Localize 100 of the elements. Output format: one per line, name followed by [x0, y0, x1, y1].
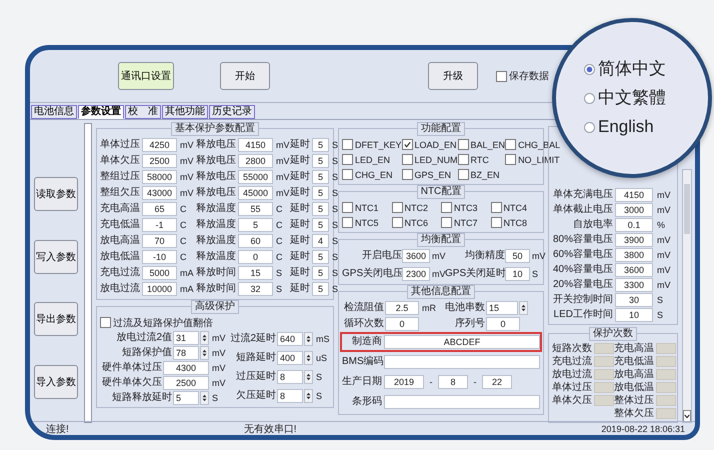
value-field[interactable]: 5	[312, 266, 329, 280]
value-field[interactable]: -1	[142, 218, 177, 232]
value-field[interactable]: 10	[505, 267, 530, 281]
start-button[interactable]: 开始	[220, 62, 270, 90]
value-field[interactable]: 0.1	[615, 218, 653, 232]
spin-button[interactable]	[200, 346, 209, 360]
scrollbar[interactable]	[682, 169, 692, 423]
spin-button[interactable]	[304, 332, 313, 346]
value-field[interactable]: 5	[238, 218, 273, 232]
value-field[interactable]: 65	[142, 202, 177, 216]
value-field[interactable]: 22	[482, 375, 512, 389]
value-field[interactable]: ABCDEF	[384, 335, 540, 349]
value-field[interactable]: 0	[385, 317, 419, 331]
tab[interactable]: 其他功能	[162, 105, 208, 119]
tab[interactable]: 电池信息	[31, 105, 77, 119]
side-button[interactable]: 读取参数	[34, 177, 78, 212]
checkbox[interactable]	[458, 139, 469, 150]
checkbox[interactable]	[490, 217, 502, 228]
scroll-down-button[interactable]	[683, 410, 691, 422]
value-field[interactable]: 5000	[142, 266, 177, 280]
value-field[interactable]: 8	[277, 388, 303, 403]
checkbox[interactable]	[402, 139, 413, 150]
value-field[interactable]: 3600	[615, 262, 653, 276]
value-field[interactable]: 3800	[615, 248, 653, 262]
value-field[interactable]: 3600	[402, 249, 430, 263]
value-field[interactable]: 60	[238, 234, 273, 248]
checkbox[interactable]	[402, 154, 413, 165]
value-field[interactable]: 4300	[163, 360, 209, 374]
value-field[interactable]: 5	[312, 282, 329, 296]
value-field[interactable]: 2019	[384, 375, 424, 389]
radio-button[interactable]	[584, 122, 595, 132]
port-settings-button[interactable]: 通讯口设置	[118, 62, 174, 90]
value-field[interactable]: 15	[486, 301, 518, 315]
input-field[interactable]	[384, 355, 540, 369]
checkbox[interactable]	[342, 169, 353, 180]
value-field[interactable]: 0	[238, 250, 273, 264]
checkbox[interactable]	[496, 70, 507, 82]
value-field[interactable]: 10	[615, 308, 653, 322]
side-button[interactable]: 写入参数	[34, 240, 78, 274]
value-field[interactable]: 15	[238, 266, 273, 280]
value-field[interactable]: 2.5	[385, 301, 419, 315]
value-field[interactable]: 4	[312, 234, 329, 248]
value-field[interactable]: 5	[312, 202, 329, 216]
value-field[interactable]: 640	[277, 332, 303, 346]
side-button[interactable]: 导出参数	[34, 302, 78, 336]
value-field[interactable]: 4250	[142, 138, 177, 152]
value-field[interactable]: 5	[312, 186, 329, 200]
checkbox[interactable]	[392, 202, 402, 213]
value-field[interactable]: 5	[173, 390, 199, 404]
value-field[interactable]: 45000	[238, 186, 273, 200]
value-field[interactable]: 8	[277, 370, 303, 384]
side-button[interactable]: 导入参数	[34, 364, 78, 399]
checkbox[interactable]	[458, 154, 469, 165]
checkbox[interactable]	[342, 202, 353, 213]
upgrade-button[interactable]: 升级	[428, 62, 478, 90]
checkbox[interactable]	[402, 169, 413, 180]
spin-button[interactable]	[304, 388, 313, 403]
value-field[interactable]: 30	[615, 292, 653, 306]
value-field[interactable]: 58000	[142, 170, 177, 184]
value-field[interactable]: 3000	[615, 202, 653, 216]
radio-button[interactable]	[584, 64, 595, 74]
value-field[interactable]: 31	[173, 330, 199, 344]
value-field[interactable]: 4150	[238, 138, 273, 152]
checkbox[interactable]	[342, 154, 353, 165]
radio-button[interactable]	[584, 92, 595, 104]
spin-button[interactable]	[304, 351, 313, 366]
checkbox[interactable]	[441, 217, 452, 228]
value-field[interactable]: 2800	[238, 154, 273, 168]
value-field[interactable]: -10	[142, 250, 177, 264]
value-field[interactable]: 43000	[142, 186, 177, 200]
checkbox[interactable]	[392, 217, 402, 228]
checkbox[interactable]	[490, 202, 502, 213]
value-field[interactable]: 55000	[238, 170, 273, 184]
value-field[interactable]: 32	[238, 282, 273, 296]
value-field[interactable]: 3300	[615, 278, 653, 292]
spin-button[interactable]	[304, 370, 313, 384]
checkbox[interactable]	[505, 154, 516, 165]
checkbox[interactable]	[458, 169, 469, 180]
tab[interactable]: 参数设置	[78, 105, 124, 119]
scrollbar-thumb[interactable]	[684, 184, 690, 234]
tab[interactable]: 校 准	[125, 105, 161, 119]
value-field[interactable]: 2500	[163, 376, 209, 390]
checkbox[interactable]	[100, 317, 111, 328]
value-field[interactable]: 5	[312, 250, 329, 264]
value-field[interactable]: 50	[505, 249, 530, 263]
spin-button[interactable]	[200, 330, 209, 344]
input-field[interactable]	[384, 395, 540, 409]
value-field[interactable]: 10000	[142, 282, 177, 296]
checkbox[interactable]	[441, 202, 452, 213]
value-field[interactable]: 400	[277, 351, 303, 366]
value-field[interactable]: 3900	[615, 232, 653, 246]
checkbox[interactable]	[342, 139, 353, 150]
value-field[interactable]: 5	[312, 154, 329, 168]
value-field[interactable]: 5	[312, 138, 329, 152]
value-field[interactable]: 4150	[615, 188, 653, 202]
value-field[interactable]: 55	[238, 202, 273, 216]
checkbox[interactable]	[342, 217, 353, 228]
value-field[interactable]: 2300	[402, 267, 430, 281]
spin-button[interactable]	[519, 301, 528, 315]
value-field[interactable]: 5	[312, 170, 329, 184]
